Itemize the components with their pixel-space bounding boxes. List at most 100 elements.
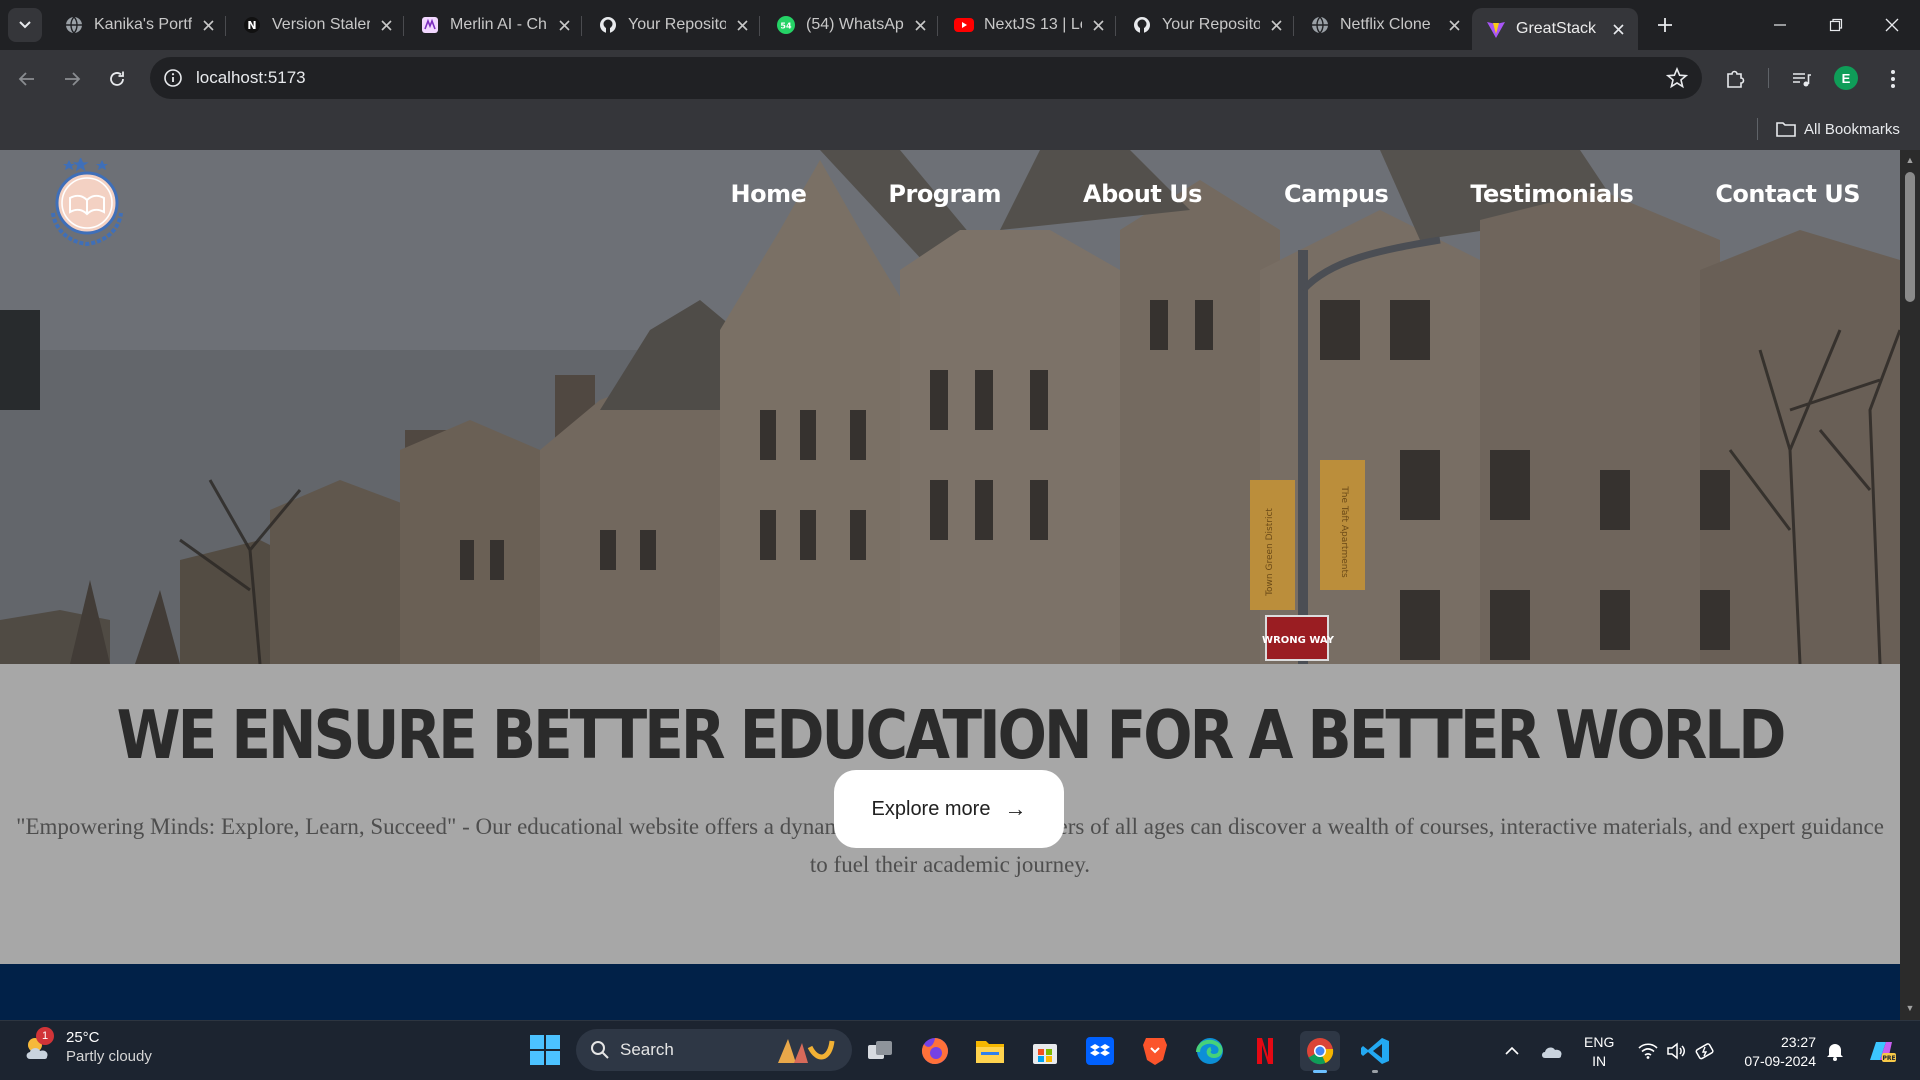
tab-title: GreatStack — [1516, 20, 1597, 37]
tab-title: (54) WhatsAp — [806, 16, 904, 33]
browser-tab[interactable]: Your Reposito — [1118, 8, 1296, 42]
wifi-icon[interactable] — [1636, 1039, 1660, 1063]
close-icon[interactable] — [1088, 15, 1108, 35]
browser-tab-active[interactable]: GreatStack — [1472, 8, 1638, 50]
hero-section: Home Program About Us Campus Testimonial… — [0, 150, 1900, 664]
system-clock[interactable]: 23:27 07-09-2024 — [1738, 1033, 1816, 1071]
puzzle-icon — [1727, 70, 1745, 88]
dropbox-icon[interactable] — [1080, 1031, 1120, 1071]
site-navbar: Home Program About Us Campus Testimonial… — [649, 180, 1861, 208]
language-code: ENG — [1584, 1034, 1615, 1050]
new-tab-button[interactable] — [1650, 10, 1680, 40]
vscode-icon[interactable] — [1355, 1031, 1395, 1073]
chevron-up-icon[interactable] — [1500, 1039, 1524, 1063]
minimize-button[interactable] — [1752, 0, 1808, 50]
playlist-icon — [1793, 73, 1811, 87]
vite-icon — [1486, 19, 1506, 39]
url-text[interactable]: localhost:5173 — [196, 68, 306, 88]
reload-button[interactable] — [100, 62, 134, 96]
browser-tab-strip: Kanika's Portf N Version Staler Merlin A… — [0, 0, 1920, 50]
close-icon[interactable] — [554, 15, 574, 35]
search-placeholder: Search — [620, 1040, 674, 1059]
firefox-icon[interactable] — [915, 1031, 955, 1071]
close-icon[interactable] — [1608, 19, 1628, 39]
svg-text:PRE: PRE — [1882, 1055, 1895, 1062]
extensions-button[interactable] — [1720, 64, 1750, 94]
plus-icon — [1658, 18, 1672, 32]
weather-widget[interactable]: 1 25°C Partly cloudy — [22, 1027, 152, 1067]
profile-avatar[interactable]: E — [1834, 66, 1858, 90]
close-icon[interactable] — [732, 15, 752, 35]
page-scrollbar[interactable]: ▲ ▼ — [1900, 150, 1920, 1020]
search-highlight-icon — [778, 1039, 835, 1063]
tab-separator — [581, 16, 582, 36]
site-info-icon[interactable] — [162, 67, 184, 89]
address-bar[interactable]: localhost:5173 — [150, 57, 1702, 99]
back-button[interactable] — [10, 62, 44, 96]
microsoft-store-icon[interactable] — [1025, 1031, 1065, 1071]
browser-tab[interactable]: Your Reposito — [584, 8, 762, 42]
arrow-right-icon: → — [1004, 796, 1027, 821]
scroll-up-arrow-icon[interactable]: ▲ — [1904, 154, 1916, 166]
browser-tab[interactable]: Netflix Clone — [1296, 8, 1474, 42]
kebab-menu-icon — [1891, 70, 1895, 88]
close-icon[interactable] — [910, 15, 930, 35]
browser-tab[interactable]: Kanika's Portf — [50, 8, 228, 42]
close-icon[interactable] — [1266, 15, 1286, 35]
chrome-menu-button[interactable] — [1878, 64, 1908, 94]
netflix-icon[interactable] — [1245, 1031, 1285, 1071]
bookmark-star-icon[interactable] — [1665, 66, 1689, 89]
browser-tab[interactable]: N Version Staler — [228, 8, 406, 42]
copilot-icon[interactable]: PRE — [1866, 1039, 1896, 1063]
nav-link-campus[interactable]: Campus — [1284, 180, 1389, 208]
nav-link-contact-us[interactable]: Contact US — [1715, 180, 1860, 208]
arrow-left-icon — [18, 72, 34, 86]
explore-more-button[interactable]: Explore more → — [834, 770, 1064, 848]
close-icon[interactable] — [376, 15, 396, 35]
close-window-button[interactable] — [1864, 0, 1920, 50]
file-explorer-icon[interactable] — [970, 1031, 1010, 1071]
close-icon[interactable] — [1444, 15, 1464, 35]
svg-text:N: N — [247, 19, 256, 32]
search-icon — [591, 1041, 609, 1059]
battery-charging-icon[interactable] — [1694, 1039, 1718, 1063]
input-language[interactable]: ENG IN — [1584, 1033, 1614, 1071]
nav-link-about-us[interactable]: About Us — [1083, 180, 1202, 208]
folder-icon — [1776, 122, 1796, 137]
nav-link-program[interactable]: Program — [888, 180, 1001, 208]
scroll-thumb[interactable] — [1905, 172, 1915, 302]
edge-icon[interactable] — [1190, 1031, 1230, 1071]
tab-separator — [759, 16, 760, 36]
merlin-icon — [420, 15, 440, 35]
forward-button[interactable] — [55, 62, 89, 96]
tab-search-button[interactable] — [8, 8, 42, 42]
minimize-icon — [1774, 24, 1786, 26]
github-icon — [1132, 15, 1152, 35]
windows-start-icon[interactable] — [528, 1033, 562, 1067]
clock-time: 23:27 — [1780, 1034, 1816, 1050]
clock-date: 07-09-2024 — [1744, 1053, 1816, 1069]
browser-tab[interactable]: 54 (54) WhatsAp — [762, 8, 940, 42]
browser-tab[interactable]: NextJS 13 | Le — [940, 8, 1118, 42]
nav-link-testimonials[interactable]: Testimonials — [1470, 180, 1633, 208]
brave-icon[interactable] — [1135, 1031, 1175, 1071]
taskbar-search[interactable]: Search — [576, 1029, 852, 1071]
close-icon[interactable] — [198, 15, 218, 35]
media-controls-button[interactable] — [1786, 64, 1816, 94]
tab-separator — [403, 16, 404, 36]
volume-icon[interactable] — [1664, 1039, 1688, 1063]
chrome-icon[interactable] — [1300, 1031, 1340, 1073]
hero-photo-text: Town Green District The Taft Apartments … — [1262, 485, 1349, 646]
task-view-icon[interactable] — [860, 1031, 900, 1071]
tab-separator — [937, 16, 938, 36]
tab-title: Your Reposito — [1162, 16, 1260, 33]
notification-bell-icon[interactable] — [1823, 1039, 1847, 1063]
browser-tab[interactable]: Merlin AI - Ch — [406, 8, 584, 42]
restore-button[interactable] — [1808, 0, 1864, 50]
onedrive-icon[interactable] — [1540, 1039, 1564, 1063]
scroll-down-arrow-icon[interactable]: ▼ — [1904, 1002, 1916, 1014]
all-bookmarks-button[interactable]: All Bookmarks — [1776, 116, 1900, 142]
banner-text-2: The Taft Apartments — [1339, 485, 1349, 578]
school-logo[interactable] — [45, 158, 130, 248]
nav-link-home[interactable]: Home — [731, 180, 807, 208]
